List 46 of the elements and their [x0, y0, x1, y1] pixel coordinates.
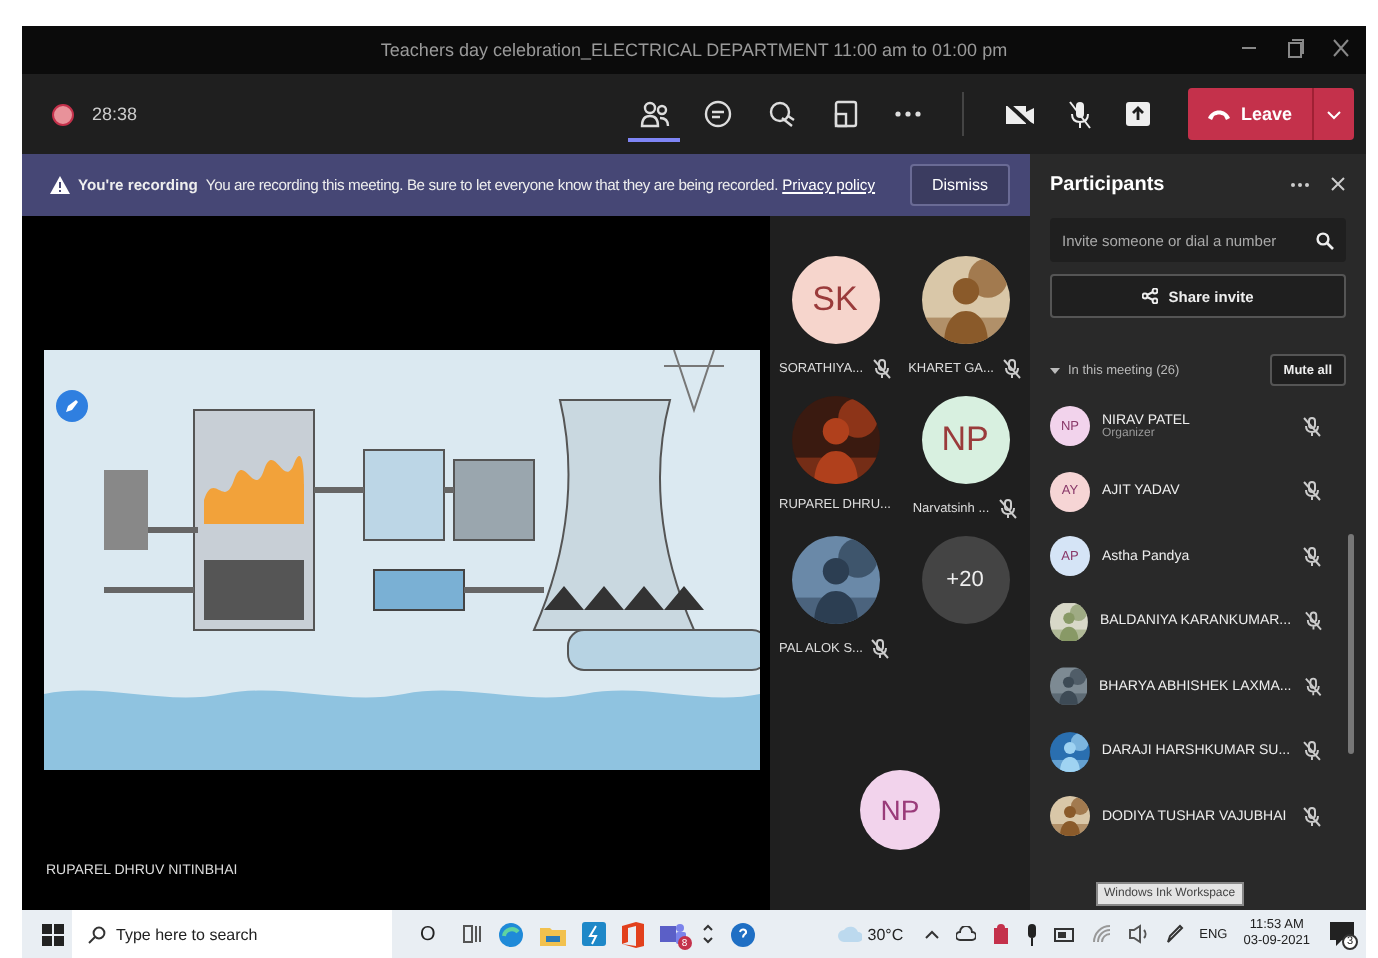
more-participants-button[interactable]: +20: [921, 536, 1009, 624]
teams-icon[interactable]: [659, 922, 686, 946]
browser-icon[interactable]: [497, 921, 524, 947]
chevron-down-icon: [1326, 109, 1342, 119]
window-title: Teachers day celebration_ELECTRICAL DEPARTMENT 11:00 am to 01:00 pm: [380, 40, 1008, 60]
caret-up-icon[interactable]: [923, 928, 940, 940]
pen-icon[interactable]: [1165, 924, 1184, 944]
cortana-button[interactable]: O: [420, 923, 436, 945]
close-icon[interactable]: [1330, 176, 1346, 192]
more-icon[interactable]: [894, 110, 923, 118]
phone-icon: [1208, 108, 1231, 120]
panel-title: Participants: [1050, 173, 1167, 195]
close-icon[interactable]: [1332, 38, 1350, 58]
avatar: SK: [791, 256, 879, 344]
weather-icon: [837, 924, 862, 944]
windows-start-icon[interactable]: [42, 923, 64, 945]
self-avatar: NP: [860, 770, 940, 850]
folder-icon[interactable]: [539, 923, 566, 945]
leave-button[interactable]: Leave: [1188, 88, 1312, 140]
microphone-icon[interactable]: [1025, 923, 1038, 945]
rooms-icon: [830, 98, 863, 130]
search-icon: [1316, 232, 1334, 250]
office-icon[interactable]: [621, 921, 644, 947]
taskbar-search-field[interactable]: Type here to search: [72, 910, 392, 958]
caret-icon[interactable]: [1050, 365, 1060, 375]
meeting-timer: 28:38: [92, 104, 138, 124]
cloud-icon[interactable]: [955, 926, 976, 942]
restore-icon[interactable]: [1286, 38, 1304, 58]
avatar: NP: [921, 396, 1009, 484]
search-icon: [88, 926, 106, 944]
share-icon: [1142, 288, 1159, 304]
warning-icon: [50, 176, 70, 194]
camera-off-icon[interactable]: [1004, 100, 1037, 128]
speaker-icon[interactable]: [1127, 924, 1150, 944]
share-screen-icon[interactable]: [1124, 100, 1153, 128]
app-icon[interactable]: [581, 922, 606, 946]
more-icon[interactable]: [1290, 181, 1310, 187]
chat-icon: [702, 98, 735, 130]
dismiss-button[interactable]: Dismiss: [910, 164, 1010, 206]
help-icon[interactable]: [729, 921, 756, 947]
task-view-icon[interactable]: [459, 924, 482, 944]
weather-temperature: 30°C: [867, 925, 904, 943]
battery-icon[interactable]: [1053, 927, 1076, 941]
chevron-icon[interactable]: [701, 922, 714, 946]
mic-off-icon[interactable]: [1068, 99, 1093, 129]
people-icon: [638, 98, 671, 130]
